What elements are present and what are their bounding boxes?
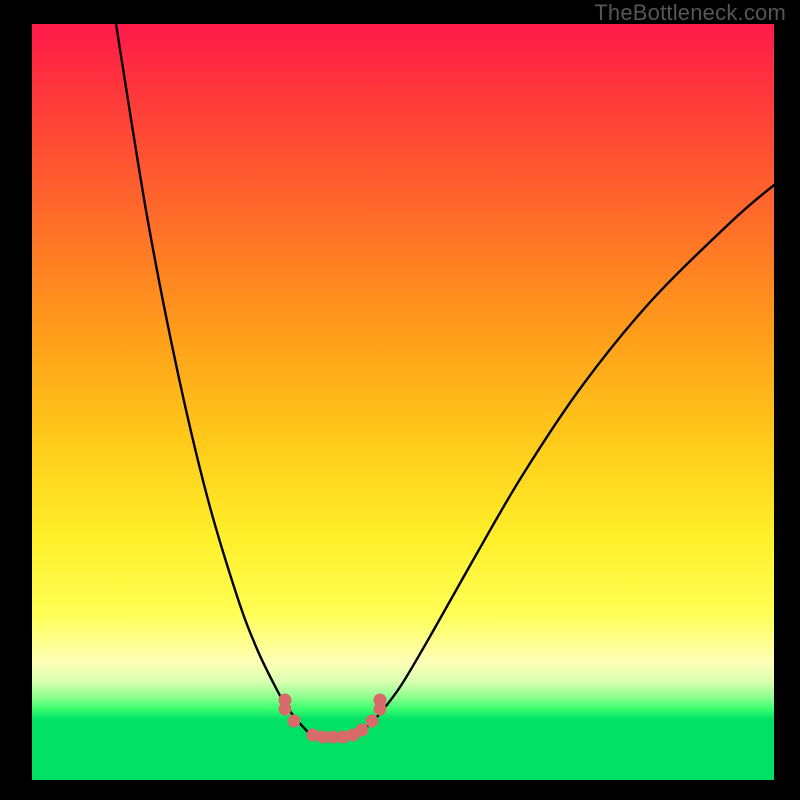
highlight-dot: [288, 715, 301, 728]
plot-area: [32, 24, 774, 780]
highlight-dots: [279, 694, 387, 744]
highlight-dot: [374, 694, 387, 707]
highlight-dot: [366, 715, 379, 728]
highlight-dot: [279, 703, 292, 716]
chart-svg: [32, 24, 774, 780]
credit-text: TheBottleneck.com: [594, 0, 786, 26]
highlight-dot: [356, 724, 369, 737]
bottleneck-curve: [116, 24, 774, 737]
